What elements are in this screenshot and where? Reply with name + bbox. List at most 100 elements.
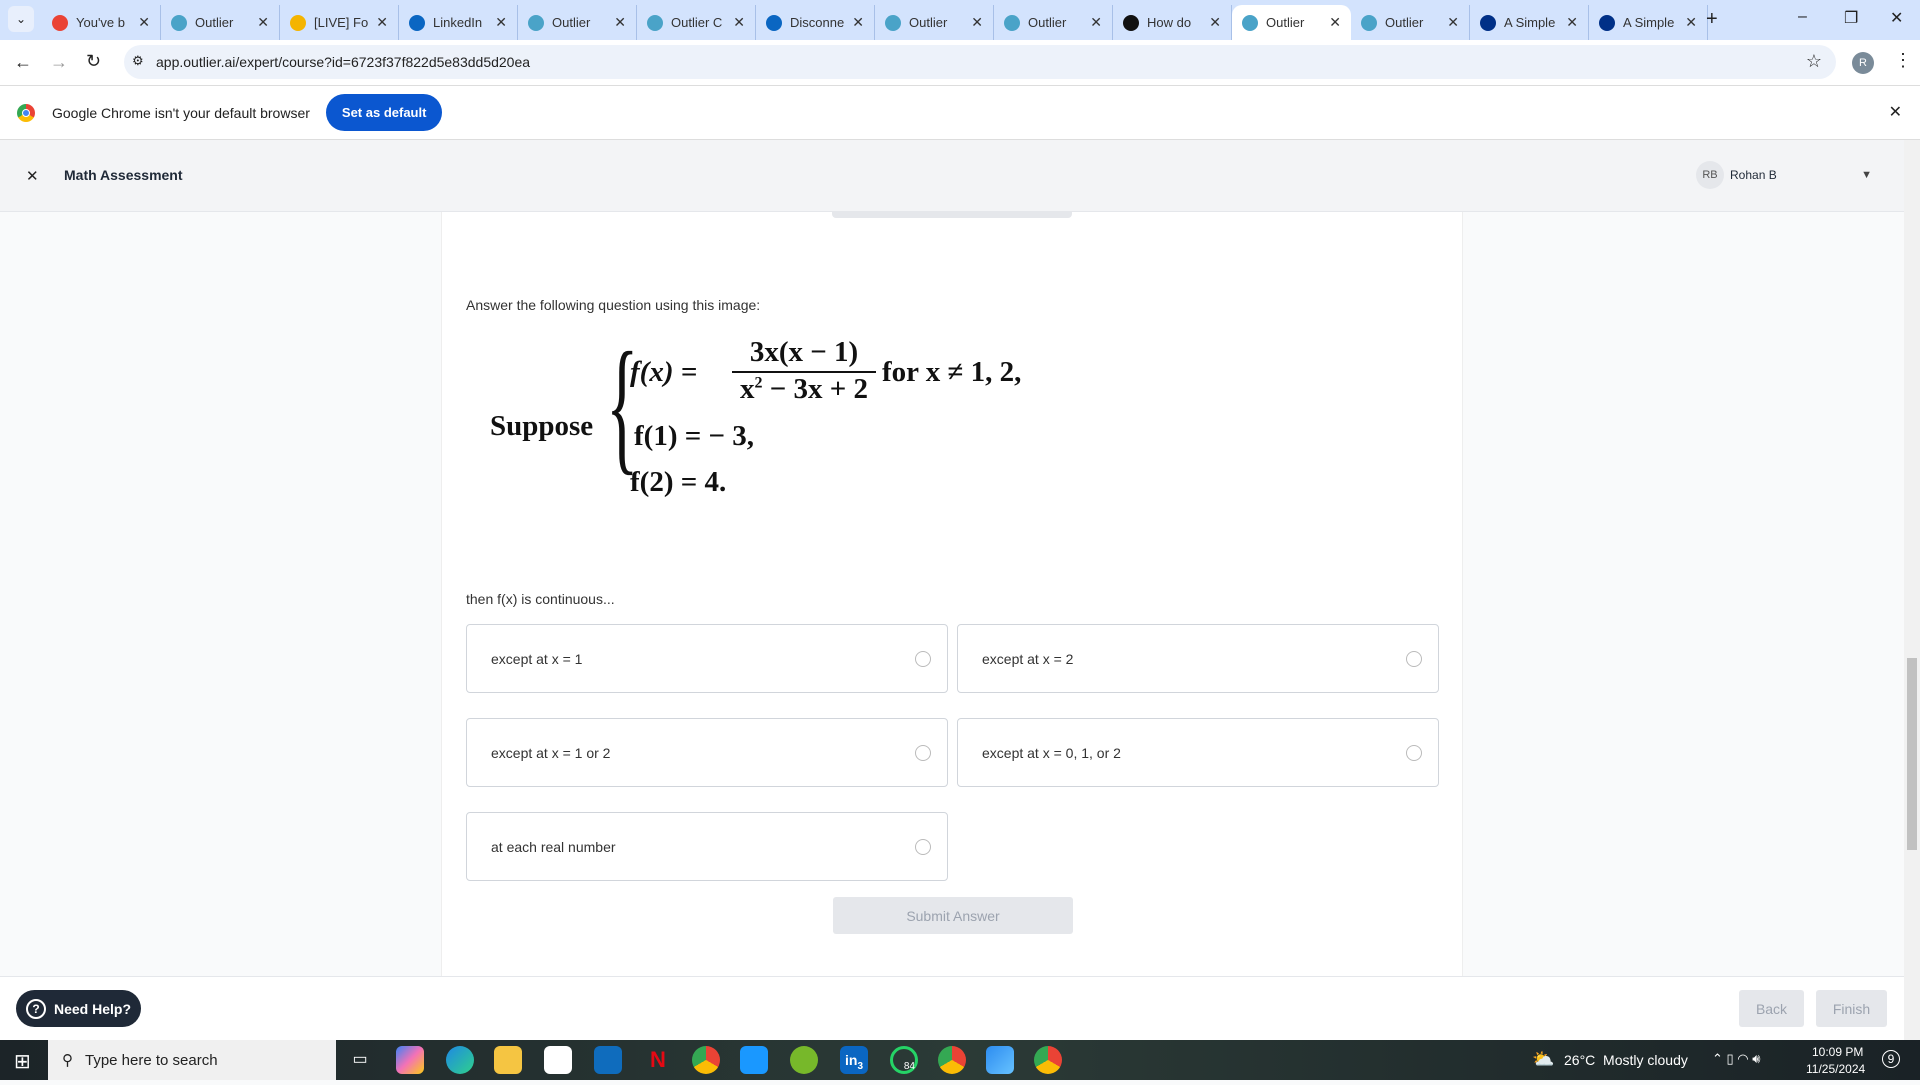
browser-tab[interactable]: Outlier C ✕ (637, 5, 756, 40)
tab-close-icon[interactable]: ✕ (1685, 14, 1697, 31)
submit-answer-button[interactable]: Submit Answer (833, 897, 1073, 934)
menu-icon[interactable]: ⋮ (1894, 50, 1912, 71)
radio-button[interactable] (915, 838, 931, 855)
utorrent-icon[interactable] (790, 1046, 818, 1074)
radio-button[interactable] (1406, 650, 1422, 667)
math-line3: f(2) = 4. (630, 466, 727, 498)
close-window-button[interactable]: ✕ (1890, 8, 1903, 28)
tab-close-icon[interactable]: ✕ (971, 14, 983, 31)
copilot-icon[interactable] (396, 1046, 424, 1074)
search-icon: ⚲ (62, 1052, 73, 1069)
search-placeholder: Type here to search (85, 1051, 218, 1069)
chevron-down-icon: ▼ (1861, 169, 1872, 181)
browser-tab[interactable]: Disconne ✕ (756, 5, 875, 40)
set-default-button[interactable]: Set as default (325, 94, 443, 131)
reload-icon[interactable]: ↻ (86, 51, 101, 72)
page-scrollbar[interactable] (1904, 140, 1920, 1040)
whatsapp-icon[interactable]: 84 (890, 1046, 918, 1074)
tab-favicon-icon (1242, 14, 1258, 31)
browser-tab[interactable]: Outlier ✕ (1232, 5, 1351, 40)
edge-icon[interactable] (446, 1046, 474, 1074)
chrome-profile-r-icon[interactable] (1034, 1046, 1062, 1074)
outlook-icon[interactable] (594, 1046, 622, 1074)
browser-tab[interactable]: A Simple ✕ (1470, 5, 1589, 40)
answer-option[interactable]: except at x = 1 or 2 (466, 718, 948, 787)
tab-close-icon[interactable]: ✕ (1090, 14, 1102, 31)
browser-tab[interactable]: A Simple ✕ (1589, 5, 1708, 40)
radio-button[interactable] (1406, 744, 1422, 761)
tab-close-icon[interactable]: ✕ (614, 14, 626, 31)
browser-tab[interactable]: You've b ✕ (42, 5, 161, 40)
answer-option[interactable]: except at x = 1 (466, 624, 948, 693)
file-explorer-icon[interactable] (494, 1046, 522, 1074)
browser-tab[interactable]: Outlier ✕ (161, 5, 280, 40)
answer-option[interactable]: except at x = 0, 1, or 2 (957, 718, 1439, 787)
chrome-icon[interactable] (692, 1046, 720, 1074)
minimize-button[interactable]: – (1798, 8, 1807, 26)
answer-option[interactable]: at each real number (466, 812, 948, 881)
scrollbar-thumb[interactable] (1907, 658, 1917, 850)
task-view-icon[interactable]: ▭ (346, 1046, 374, 1074)
need-help-label: Need Help? (54, 1000, 132, 1017)
bookmark-star-icon[interactable]: ☆ (1806, 51, 1822, 72)
radio-button[interactable] (915, 744, 931, 761)
tab-close-icon[interactable]: ✕ (1329, 14, 1341, 31)
browser-tab[interactable]: Outlier ✕ (1351, 5, 1470, 40)
footer: ? Need Help? Back Finish (0, 976, 1904, 1040)
need-help-button[interactable]: ? Need Help? (16, 990, 141, 1027)
user-menu[interactable]: RB Rohan B ▼ (1696, 161, 1872, 189)
tab-title: Disconne (790, 15, 845, 30)
back-icon[interactable]: ← (14, 52, 32, 73)
forward-icon[interactable]: → (50, 52, 68, 73)
windows-start-icon[interactable]: ⊞ (14, 1049, 31, 1074)
tab-search-button[interactable]: ⌄ (8, 6, 34, 32)
clock-time[interactable]: 10:09 PM (1812, 1045, 1863, 1059)
tray-icons[interactable]: ⌃ ▯ ◠ 🔊︎ (1712, 1051, 1760, 1067)
profile-avatar[interactable]: R (1852, 52, 1874, 74)
radio-button[interactable] (915, 650, 931, 667)
tab-close-icon[interactable]: ✕ (1209, 14, 1221, 31)
finish-button[interactable]: Finish (1816, 990, 1887, 1027)
tab-close-icon[interactable]: ✕ (1566, 14, 1578, 31)
prime-video-icon[interactable] (740, 1046, 768, 1074)
tab-close-icon[interactable]: ✕ (1447, 14, 1459, 31)
taskbar: ⊞ ⚲ Type here to search ▭ N in3 84 ⛅ 26°C… (0, 1040, 1920, 1080)
tab-title: A Simple (1504, 15, 1556, 30)
tab-close-icon[interactable]: ✕ (376, 14, 388, 31)
back-button[interactable]: Back (1739, 990, 1804, 1027)
tab-favicon-icon (1599, 14, 1615, 31)
tab-close-icon[interactable]: ✕ (138, 14, 150, 31)
answer-option[interactable]: except at x = 2 (957, 624, 1439, 693)
tab-title: Outlier (1385, 15, 1424, 30)
tab-close-icon[interactable]: ✕ (257, 14, 269, 31)
browser-tab[interactable]: How do ✕ (1113, 5, 1232, 40)
linkedin-icon[interactable]: in3 (840, 1046, 868, 1074)
site-info-icon[interactable]: ⚙ (132, 53, 144, 69)
math-numerator: 3x(x − 1) (732, 336, 876, 373)
restore-button[interactable]: ❐ (1844, 8, 1858, 28)
netflix-icon[interactable]: N (644, 1046, 672, 1074)
browser-tab[interactable]: Outlier ✕ (994, 5, 1113, 40)
clock-date[interactable]: 11/25/2024 (1806, 1062, 1865, 1076)
taskbar-search[interactable]: ⚲ Type here to search (48, 1040, 336, 1080)
browser-tab[interactable]: Outlier ✕ (518, 5, 637, 40)
tab-close-icon[interactable]: ✕ (495, 14, 507, 31)
close-infobar-icon[interactable]: ✕ (1889, 102, 1902, 122)
tab-close-icon[interactable]: ✕ (852, 14, 864, 31)
photos-icon[interactable] (986, 1046, 1014, 1074)
new-tab-button[interactable]: + (1706, 8, 1718, 31)
math-lhs: f(x) = (630, 356, 698, 388)
browser-tab[interactable]: Outlier ✕ (875, 5, 994, 40)
browser-tab[interactable]: LinkedIn ✕ (399, 5, 518, 40)
tab-favicon-icon (647, 14, 663, 31)
tab-close-icon[interactable]: ✕ (733, 14, 745, 31)
tab-favicon-icon (290, 14, 306, 31)
question-card: Answer the following question using this… (441, 212, 1463, 976)
url-field[interactable]: ⚙ app.outlier.ai/expert/course?id=6723f3… (124, 45, 1836, 79)
browser-tab[interactable]: [LIVE] Fo ✕ (280, 5, 399, 40)
close-icon[interactable]: ✕ (26, 167, 39, 185)
store-icon[interactable] (544, 1046, 572, 1074)
chrome-profile-icon[interactable] (938, 1046, 966, 1074)
notifications-icon[interactable]: 9 (1882, 1050, 1900, 1068)
url-text: app.outlier.ai/expert/course?id=6723f37f… (156, 54, 531, 70)
